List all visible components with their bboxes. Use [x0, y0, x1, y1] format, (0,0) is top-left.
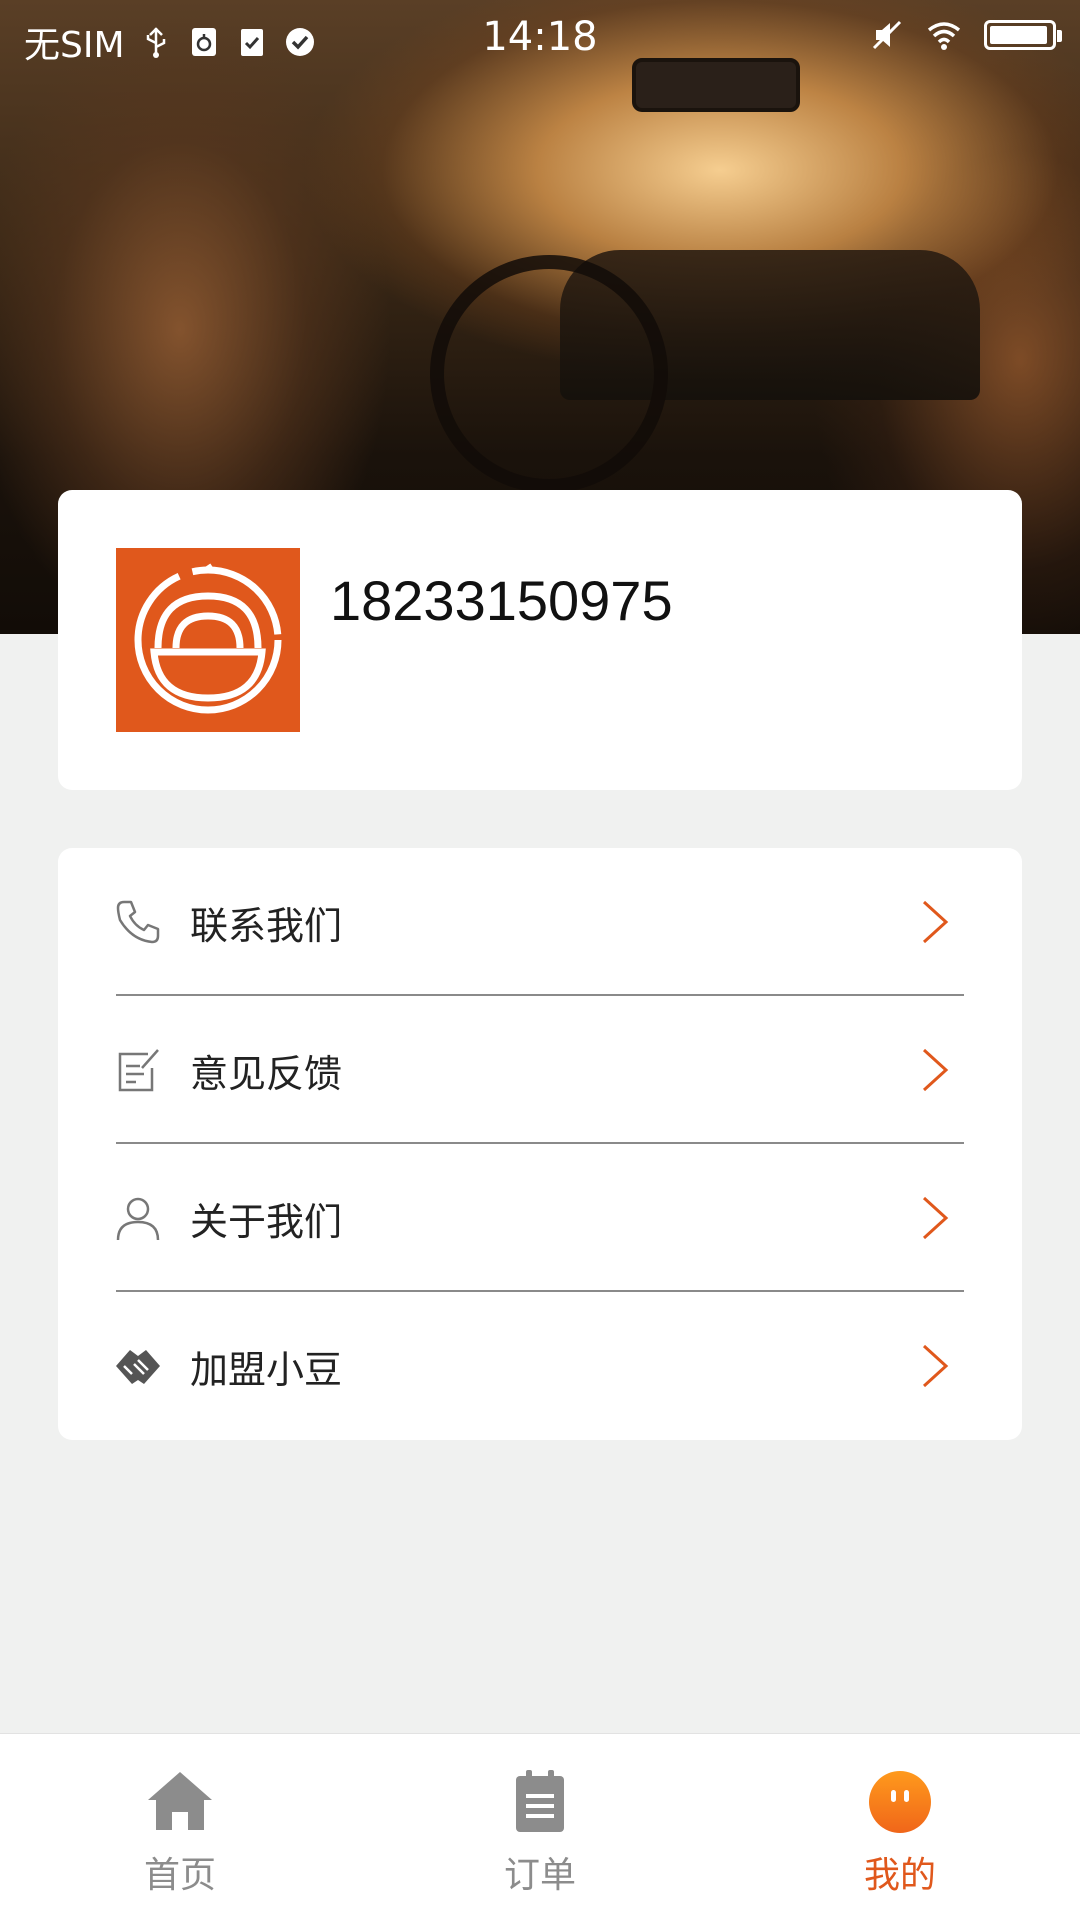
menu-item-label: 联系我们	[190, 904, 343, 948]
menu-card: 联系我们 意见反馈 关于我们 加盟小豆	[58, 848, 1022, 1440]
bowl-logo-icon[interactable]	[116, 548, 300, 732]
tab-label: 订单	[503, 1855, 576, 1896]
bottom-tab-bar: 首页 订单 我的	[0, 1733, 1080, 1920]
screen: 无SIM 14:18 18233150975 联系我们 意见反馈 关于我们 加盟…	[0, 0, 1080, 1920]
tab-label: 我的	[863, 1855, 936, 1896]
tab-mine[interactable]: 我的	[720, 1734, 1080, 1920]
battery-icon	[984, 20, 1062, 50]
menu-item-feedback[interactable]: 意见反馈	[58, 996, 1022, 1144]
mute-icon	[872, 20, 902, 50]
order-clipboard-icon	[516, 1770, 564, 1832]
tab-home[interactable]: 首页	[0, 1734, 360, 1920]
wifi-icon	[927, 22, 961, 50]
feedback-edit-icon	[118, 1049, 159, 1092]
user-icon	[116, 1197, 160, 1241]
profile-face-icon	[869, 1771, 931, 1833]
battery-level	[990, 26, 1047, 44]
chevron-right-icon	[922, 1196, 949, 1240]
chevron-right-icon	[922, 1048, 949, 1092]
chevron-right-icon	[922, 900, 949, 944]
status-bar: 无SIM 14:18	[0, 0, 1080, 76]
photo-steering-wheel	[430, 255, 668, 493]
handshake-icon	[116, 1350, 160, 1384]
menu-item-label: 关于我们	[190, 1200, 343, 1244]
profile-card[interactable]: 18233150975	[58, 490, 1022, 790]
user-phone-number: 18233150975	[330, 569, 673, 632]
phone-icon	[116, 900, 160, 944]
home-icon	[148, 1772, 212, 1830]
tab-label: 首页	[143, 1855, 216, 1896]
menu-item-about-us[interactable]: 关于我们	[58, 1144, 1022, 1292]
status-right	[870, 18, 1062, 52]
menu-item-label: 意见反馈	[190, 1052, 343, 1096]
menu-item-join-franchise[interactable]: 加盟小豆	[58, 1292, 1022, 1440]
menu-item-label: 加盟小豆	[190, 1348, 343, 1392]
chevron-right-icon	[922, 1344, 949, 1388]
tab-orders[interactable]: 订单	[360, 1734, 720, 1920]
menu-item-contact-us[interactable]: 联系我们	[58, 848, 1022, 996]
